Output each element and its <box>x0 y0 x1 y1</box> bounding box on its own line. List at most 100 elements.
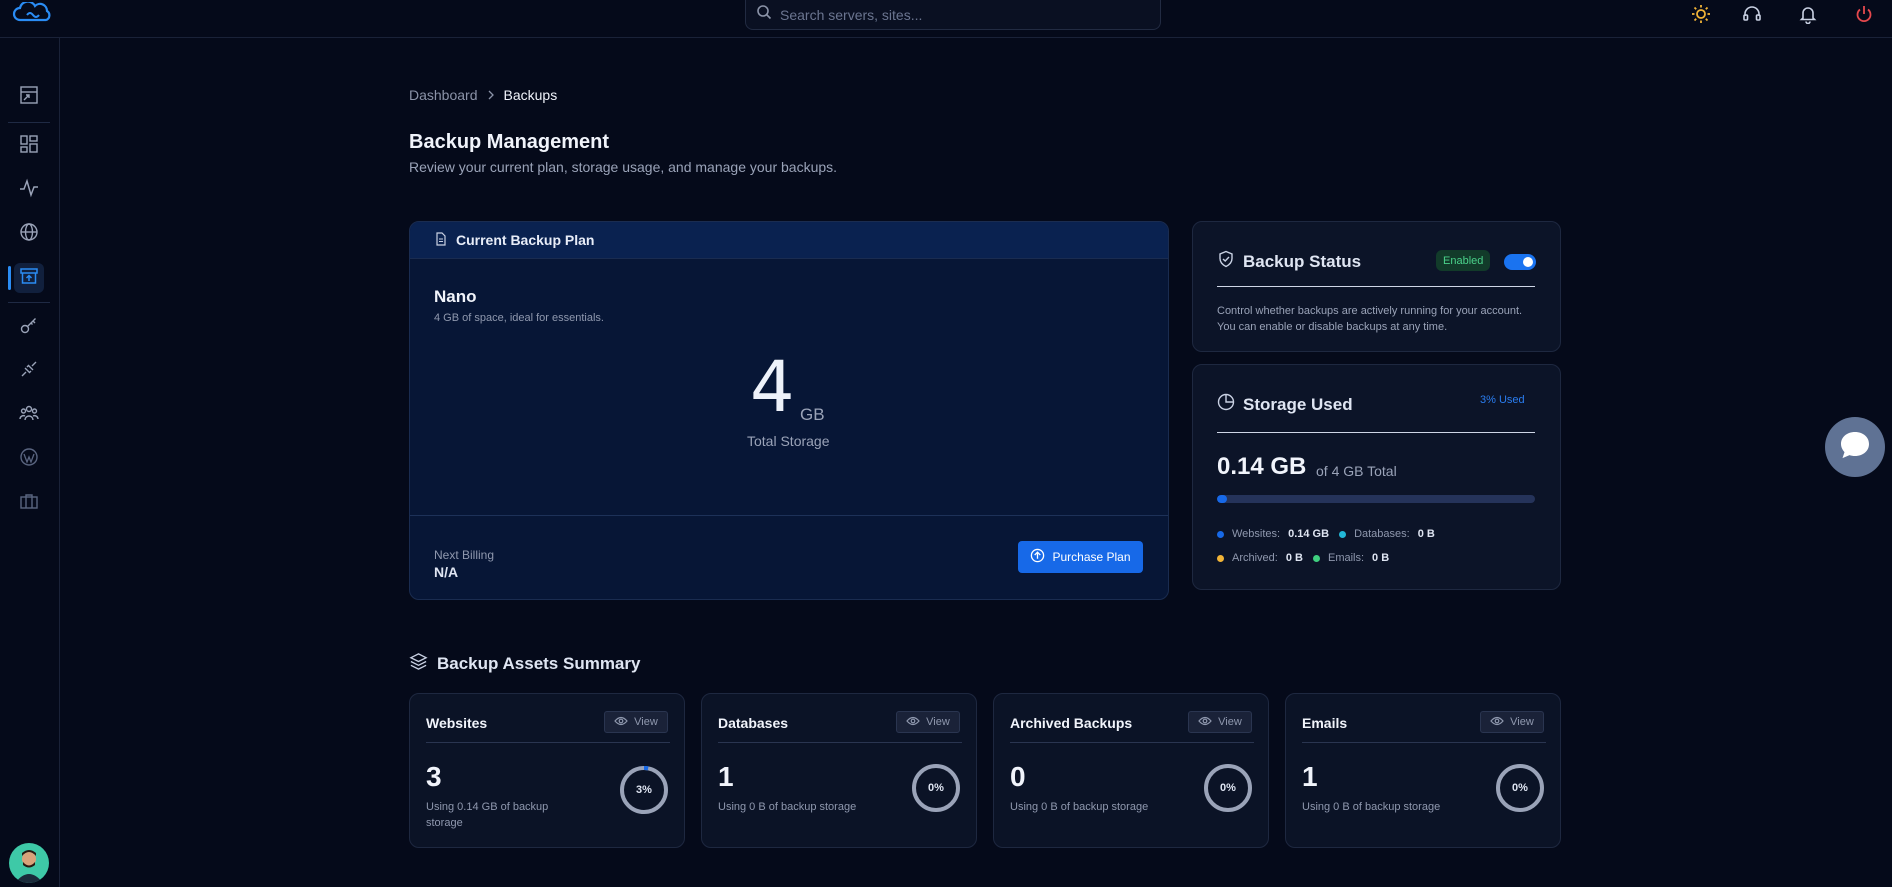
page-title: Backup Management <box>409 131 610 153</box>
asset-card-archived-backups: Archived Backups View 0 Using 0 B of bac… <box>993 693 1269 848</box>
layers-icon <box>409 652 428 676</box>
sidebar-item-sites[interactable] <box>14 219 44 249</box>
chevron-right-icon <box>486 87 496 103</box>
plan-card-header: Current Backup Plan <box>410 222 1168 259</box>
purchase-plan-button[interactable]: Purchase Plan <box>1018 541 1143 573</box>
usage-percent: 0% <box>928 782 944 794</box>
divider <box>1217 286 1535 287</box>
view-websites-button[interactable]: View <box>604 711 668 733</box>
asset-name: Archived Backups <box>1010 715 1133 731</box>
asset-name: Databases <box>718 715 789 731</box>
power-icon[interactable] <box>1852 2 1876 26</box>
status-badge: Enabled <box>1436 250 1491 271</box>
top-bar <box>0 0 1892 38</box>
activity-icon <box>19 178 39 203</box>
storage-progress-bar <box>1217 495 1535 503</box>
sidebar-item-activity[interactable] <box>14 175 44 205</box>
view-databases-button[interactable]: View <box>896 711 960 733</box>
emails-dot <box>1312 554 1320 562</box>
storage-used-heading: Storage Used <box>1217 393 1353 416</box>
search-icon <box>756 4 772 25</box>
legend-archived-label: Archived: <box>1232 552 1278 564</box>
total-storage-label: Total Storage <box>747 433 830 449</box>
breadcrumb: Dashboard Backups <box>409 87 557 103</box>
storage-legend-row: Websites: 0.14 GB Databases: 0 B <box>1217 528 1445 540</box>
asset-card-emails: Emails View 1 Using 0 B of backup storag… <box>1285 693 1561 848</box>
eye-icon <box>1490 716 1504 729</box>
sidebar-item-migrate[interactable] <box>14 82 44 112</box>
view-label: View <box>1510 716 1534 728</box>
archived-dot <box>1217 554 1224 562</box>
total-storage-unit: GB <box>800 405 825 424</box>
asset-count: 3 <box>426 761 442 792</box>
backup-status-title: Backup Status <box>1243 251 1362 271</box>
search-bar[interactable] <box>745 0 1161 30</box>
asset-name: Websites <box>426 715 488 731</box>
sidebar-item-keys[interactable] <box>14 312 44 342</box>
asset-count: 0 <box>1010 761 1026 792</box>
asset-count: 1 <box>718 761 734 792</box>
dashboard-grid-icon <box>19 134 39 159</box>
current-plan-card: Current Backup Plan Nano 4 GB of space, … <box>409 221 1169 600</box>
search-input[interactable] <box>780 6 1140 23</box>
asset-card-databases: Databases View 1 Using 0 B of backup sto… <box>701 693 977 848</box>
asset-usage: Using 0 B of backup storage <box>1010 801 1149 813</box>
websites-dot <box>1217 530 1224 538</box>
divider <box>426 742 670 743</box>
globe-icon <box>19 222 39 247</box>
sidebar-item-dashboard[interactable] <box>14 131 44 161</box>
legend-websites-value: 0.14 GB <box>1288 528 1330 540</box>
breadcrumb-dashboard[interactable]: Dashboard <box>409 87 478 103</box>
usage-ring: 0% <box>1202 762 1254 814</box>
sidebar-item-backups[interactable] <box>14 263 44 293</box>
asset-usage: Using 0 B of backup storage <box>718 801 857 813</box>
asset-count: 1 <box>1302 761 1318 792</box>
view-emails-button[interactable]: View <box>1480 711 1544 733</box>
headset-icon[interactable] <box>1740 2 1764 26</box>
backup-status-description: Control whether backups are actively run… <box>1217 305 1523 333</box>
backup-toggle[interactable] <box>1504 254 1536 270</box>
usage-ring: 0% <box>1494 762 1546 814</box>
shield-check-icon <box>1217 250 1235 273</box>
chat-button[interactable] <box>1825 417 1885 477</box>
view-label: View <box>1218 716 1242 728</box>
sidebar-item-business[interactable] <box>14 488 44 518</box>
storage-used-title: Storage Used <box>1243 394 1353 414</box>
usage-percent: 0% <box>1512 782 1528 794</box>
logo[interactable] <box>12 0 54 28</box>
view-archived-button[interactable]: View <box>1188 711 1252 733</box>
eye-icon <box>906 716 920 729</box>
sidebar <box>0 38 60 887</box>
pie-chart-icon <box>1217 393 1235 416</box>
asset-name: Emails <box>1302 715 1348 731</box>
assets-summary-title: Backup Assets Summary <box>437 654 641 673</box>
legend-websites-label: Websites: <box>1232 528 1281 540</box>
databases-dot <box>1339 530 1347 538</box>
breadcrumb-backups: Backups <box>503 87 558 103</box>
plug-icon <box>19 359 39 384</box>
avatar[interactable] <box>9 843 49 883</box>
document-icon <box>434 231 448 249</box>
plan-card-title: Current Backup Plan <box>456 232 595 248</box>
sidebar-item-wordpress[interactable] <box>14 444 44 474</box>
divider <box>1302 742 1546 743</box>
backup-archive-icon <box>19 266 39 291</box>
asset-card-websites: Websites View 3 Using 0.14 GB of backup … <box>409 693 685 848</box>
sidebar-active-indicator <box>8 266 11 290</box>
plan-card-footer: Next Billing N/A Purchase Plan <box>410 515 1168 599</box>
view-label: View <box>926 716 950 728</box>
sidebar-divider <box>8 122 50 123</box>
sidebar-item-team[interactable] <box>14 400 44 430</box>
briefcase-icon <box>19 491 39 516</box>
legend-archived-value: 0 B <box>1285 552 1303 564</box>
eye-icon <box>614 716 628 729</box>
view-label: View <box>634 716 658 728</box>
usage-ring: 0% <box>910 762 962 814</box>
asset-usage: Using 0 B of backup storage <box>1302 801 1441 813</box>
storage-progress-fill <box>1217 495 1227 503</box>
sun-icon[interactable] <box>1689 2 1713 26</box>
sidebar-item-integrations[interactable] <box>14 356 44 386</box>
bell-icon[interactable] <box>1796 2 1820 26</box>
legend-databases-label: Databases: <box>1354 528 1410 540</box>
next-billing-value: N/A <box>434 564 459 580</box>
